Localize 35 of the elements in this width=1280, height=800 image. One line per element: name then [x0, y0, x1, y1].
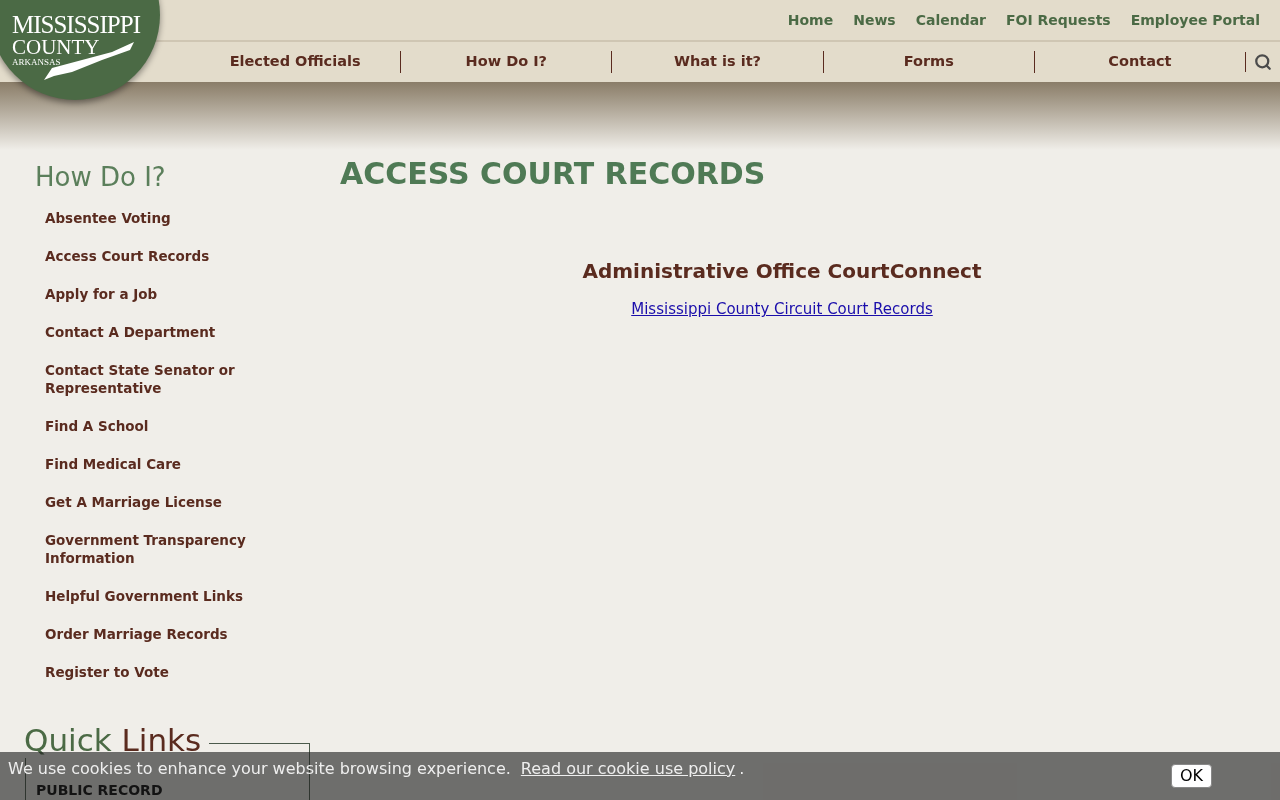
top-link[interactable]: News	[853, 9, 896, 31]
quick-link[interactable]: PUBLIC RECORD	[36, 782, 163, 798]
logo-text: ARKANSAS	[12, 58, 62, 67]
sidebar-link[interactable]: Apply for a Job	[45, 285, 275, 303]
section-heading: Administrative Office CourtConnect	[582, 258, 982, 285]
nav-link[interactable]: Forms	[822, 51, 1034, 73]
top-link[interactable]: Home	[787, 9, 834, 31]
cookie-policy-link[interactable]: Read our cookie use policy	[520, 760, 736, 778]
nav-link[interactable]: How Do I?	[400, 51, 612, 73]
sidebar-link[interactable]: Access Court Records	[45, 247, 275, 265]
sidebar-link[interactable]: Find A School	[45, 417, 275, 435]
sidebar-link[interactable]: Absentee Voting	[45, 209, 275, 227]
logo-text: MISSISSIPPI	[12, 12, 140, 37]
cookie-message: We use cookies to enhance your website browsing experience.	[8, 760, 511, 778]
search-icon[interactable]	[1254, 53, 1272, 71]
top-link[interactable]: FOI Requests	[1006, 9, 1111, 31]
records-link[interactable]: Mississippi County Circuit Court Records	[631, 298, 933, 321]
ok-button[interactable]: OK	[1170, 764, 1212, 788]
sidebar-link[interactable]: Order Marriage Records	[45, 625, 275, 643]
cookie-period: .	[739, 760, 745, 778]
nav-link[interactable]: Contact	[1033, 51, 1245, 73]
sidebar-link[interactable]: Government Transparency Information	[45, 531, 275, 567]
nav-link[interactable]: What is it?	[611, 51, 823, 73]
sidebar-title: How Do I?	[35, 161, 167, 194]
top-link[interactable]: Calendar	[915, 9, 986, 31]
sidebar-link[interactable]: Get A Marriage License	[45, 493, 275, 511]
sidebar-link[interactable]: Contact A Department	[45, 323, 275, 341]
sidebar-link[interactable]: Find Medical Care	[45, 455, 275, 473]
sidebar-link[interactable]: Register to Vote	[45, 663, 275, 681]
sidebar-link[interactable]: Helpful Government Links	[45, 587, 275, 605]
logo-text: COUNTY	[12, 37, 101, 58]
sidebar-link[interactable]: Contact State Senator or Representative	[45, 361, 275, 397]
page-title: ACCESS COURT RECORDS	[340, 155, 767, 193]
top-link[interactable]: Employee Portal	[1130, 9, 1260, 31]
nav-link[interactable]: Elected Officials	[190, 51, 401, 73]
